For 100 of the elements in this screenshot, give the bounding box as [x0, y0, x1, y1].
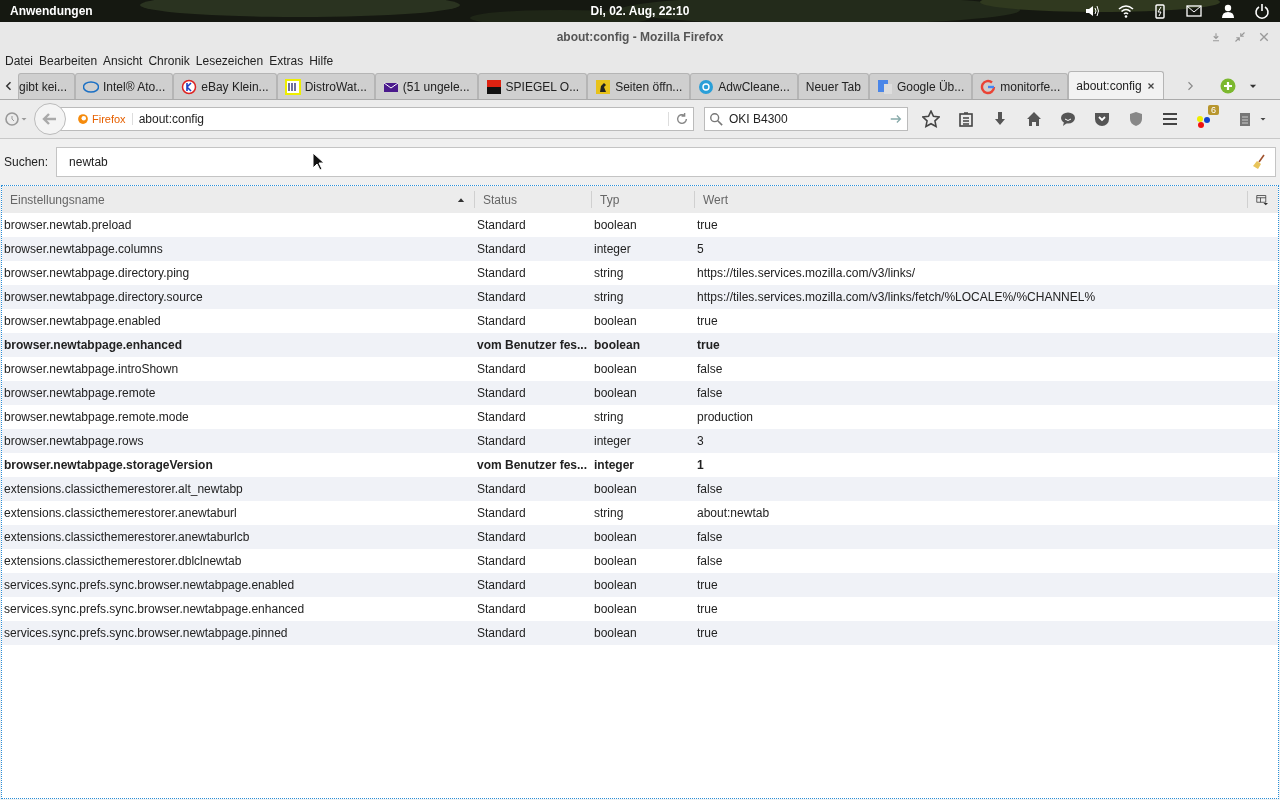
- table-cell-text: true: [696, 218, 719, 232]
- pocket-button[interactable]: [1094, 111, 1110, 127]
- column-header[interactable]: Status: [475, 191, 592, 208]
- column-header[interactable]: Typ: [592, 191, 695, 208]
- table-row[interactable]: browser.newtabpage.introShown Standard boolean false: [2, 357, 1278, 381]
- menu-button[interactable]: [1162, 111, 1178, 127]
- caret-icon: [1259, 115, 1267, 123]
- table-row[interactable]: browser.newtabpage.directory.ping Standard string https://tiles.services.mozilla.com/v3/links/: [2, 261, 1278, 285]
- clipboard-button[interactable]: [1237, 111, 1267, 127]
- table-cell-text: true: [696, 314, 719, 328]
- table-row[interactable]: services.sync.prefs.sync.browser.newtabpage.pinned Standard boolean true: [2, 621, 1278, 645]
- table-row[interactable]: services.sync.prefs.sync.browser.newtabpage.enhanced Standard boolean true: [2, 597, 1278, 621]
- search-field[interactable]: OKI B4300: [704, 107, 908, 131]
- browser-tab[interactable]: SPIEGEL O...: [477, 73, 588, 99]
- close-icon: [1258, 31, 1270, 43]
- browser-tab[interactable]: Seiten öffn...: [587, 73, 691, 99]
- browser-tab[interactable]: Intel® Ato...: [75, 73, 174, 99]
- star-icon: [922, 110, 940, 128]
- table-cell-text: browser.newtabpage.enhanced: [3, 338, 184, 352]
- browser-tab[interactable]: DistroWat...: [276, 73, 375, 99]
- menu-item[interactable]: Ansicht: [100, 52, 146, 70]
- table-row[interactable]: browser.newtabpage.columns Standard integer 5: [2, 237, 1278, 261]
- downloads-button[interactable]: [992, 111, 1008, 127]
- table-cell-text: boolean: [593, 314, 638, 328]
- close-button[interactable]: [1258, 31, 1270, 43]
- ublock-button[interactable]: [1128, 111, 1144, 127]
- table-cell-text: Standard: [476, 386, 527, 400]
- table-cell-text: services.sync.prefs.sync.browser.newtabpage.pinned: [3, 626, 289, 640]
- table-row[interactable]: browser.newtab.preload Standard boolean true: [2, 213, 1278, 237]
- table-cell-text: true: [696, 602, 719, 616]
- table-cell-text: Standard: [476, 626, 527, 640]
- menu-item[interactable]: Hilfe: [306, 52, 337, 70]
- table-cell-text: browser.newtab.preload: [3, 218, 133, 232]
- applications-menu[interactable]: Anwendungen: [10, 4, 93, 18]
- user-icon: [1220, 3, 1236, 19]
- browser-tab[interactable]: about:config: [1068, 71, 1164, 99]
- volume-icon: [1084, 3, 1100, 19]
- browser-tab[interactable]: AdwCleane...: [690, 73, 798, 99]
- column-header[interactable]: Wert: [695, 191, 1248, 208]
- browser-tab[interactable]: (51 ungele...: [374, 73, 478, 99]
- table-row[interactable]: browser.newtabpage.directory.source Standard string https://tiles.services.mozilla.com/v3/links/fetch/%LOCALE%/%CHANNEL%: [2, 285, 1278, 309]
- menu-item[interactable]: Datei: [2, 52, 36, 70]
- bookmarks-list-button[interactable]: [958, 111, 974, 127]
- table-cell-text: true: [696, 626, 719, 640]
- table-cell-text: browser.newtabpage.directory.ping: [3, 266, 191, 280]
- count-badge: 6: [1208, 105, 1219, 115]
- browser-tab[interactable]: Google Üb...: [868, 73, 973, 99]
- table-cell-text: Standard: [476, 506, 527, 520]
- table-row[interactable]: extensions.classicthemerestorer.dblclnewtab Standard boolean false: [2, 549, 1278, 573]
- table-row[interactable]: browser.newtabpage.storageVersion vom Benutzer fes... integer 1: [2, 453, 1278, 477]
- url-bar[interactable]: Firefox about:config: [58, 107, 694, 131]
- restore-button[interactable]: [1234, 31, 1246, 43]
- table-cell-text: extensions.classicthemerestorer.anewtaburl: [3, 506, 238, 520]
- column-header[interactable]: Einstellungsname: [2, 191, 475, 208]
- chat-button[interactable]: [1060, 111, 1076, 127]
- table-cell-text: browser.newtabpage.storageVersion: [3, 458, 214, 472]
- table-cell-text: integer: [593, 434, 632, 448]
- identity-label[interactable]: Firefox: [77, 113, 133, 125]
- table-cell-text: true: [696, 578, 719, 592]
- table-row[interactable]: extensions.classicthemerestorer.anewtaburlcb Standard boolean false: [2, 525, 1278, 549]
- browser-tab[interactable]: monitorfe...: [972, 73, 1069, 99]
- table-row[interactable]: extensions.classicthemerestorer.anewtaburl Standard string about:newtab: [2, 501, 1278, 525]
- table-cell-text: extensions.classicthemerestorer.anewtaburlcb: [3, 530, 251, 544]
- table-cell-text: vom Benutzer fes...: [476, 458, 589, 472]
- table-cell-text: Standard: [476, 314, 527, 328]
- square-logo-icon: [284, 78, 301, 95]
- browser-tab[interactable]: Neuer Tab: [797, 73, 869, 99]
- circle-k-icon: [181, 78, 198, 95]
- reload-button[interactable]: [668, 112, 689, 126]
- search-label: Suchen:: [4, 155, 49, 169]
- table-row[interactable]: browser.newtabpage.remote Standard boolean false: [2, 381, 1278, 405]
- menu-item[interactable]: Lesezeichen: [192, 52, 267, 70]
- browser-tab[interactable]: eBay Klein...: [173, 73, 277, 99]
- home-icon: [1026, 111, 1042, 127]
- window-title: about:config - Mozilla Firefox: [556, 30, 724, 44]
- home-button[interactable]: [1026, 111, 1042, 127]
- bookmark-button[interactable]: [922, 110, 940, 128]
- table-row[interactable]: browser.newtabpage.enabled Standard boolean true: [2, 309, 1278, 333]
- news-logo-icon: [485, 78, 502, 95]
- table-row[interactable]: browser.newtabpage.remote.mode Standard string production: [2, 405, 1278, 429]
- menu-item[interactable]: Extras: [266, 52, 307, 70]
- go-arrow-icon: [889, 112, 903, 126]
- back-button[interactable]: [34, 103, 66, 135]
- browser-tab[interactable]: gibt kei...: [18, 73, 76, 99]
- table-cell-text: Standard: [476, 242, 527, 256]
- table-cell-text: about:newtab: [696, 506, 771, 520]
- filter-field[interactable]: newtab: [56, 147, 1276, 177]
- table-row[interactable]: services.sync.prefs.sync.browser.newtabpage.enabled Standard boolean true: [2, 573, 1278, 597]
- table-row[interactable]: browser.newtabpage.enhanced vom Benutzer fes... boolean true: [2, 333, 1278, 357]
- table-cell-text: boolean: [593, 218, 638, 232]
- minimize-button[interactable]: [1210, 31, 1222, 43]
- mail-icon: [1186, 3, 1202, 19]
- menu-item[interactable]: Chronik: [145, 52, 193, 70]
- table-row[interactable]: extensions.classicthemerestorer.alt_newtabp Standard boolean false: [2, 477, 1278, 501]
- clock[interactable]: Di, 02. Aug, 22:10: [590, 4, 690, 18]
- history-button[interactable]: [4, 111, 28, 127]
- table-row[interactable]: browser.newtabpage.rows Standard integer 3: [2, 429, 1278, 453]
- table-cell-text: true: [696, 338, 721, 352]
- menu-item[interactable]: Bearbeiten: [36, 52, 101, 70]
- menu-icon: [1162, 111, 1178, 127]
